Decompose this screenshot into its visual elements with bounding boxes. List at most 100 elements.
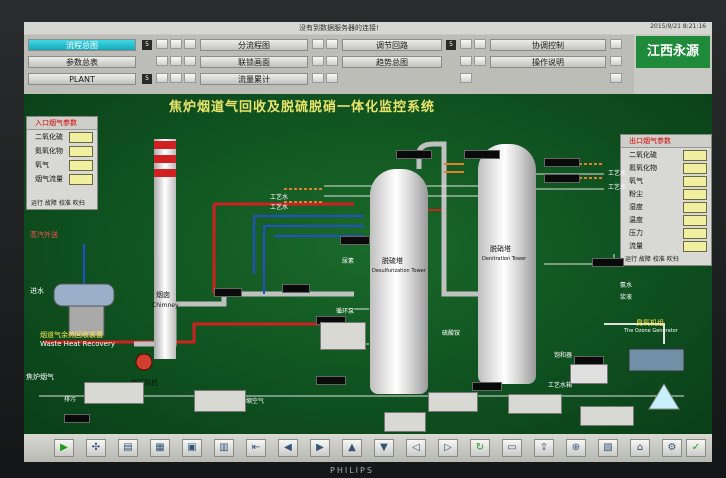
zoom-icon[interactable]: ⊕ [566,439,586,457]
ctrl-3a[interactable] [156,73,168,83]
urea-label: 尿素 [342,258,355,265]
menu-interlock[interactable]: 联锁画面 [200,56,308,68]
stepper-3[interactable]: 5 [142,74,152,84]
ctrl-1g[interactable] [474,39,486,49]
ctrl-3c[interactable] [184,73,196,83]
water-in-label: 进水 [30,287,44,295]
readout [472,382,502,391]
menu-sub-flow[interactable]: 分流程图 [200,39,308,51]
saturator-tank[interactable] [570,364,608,384]
outlet-value [683,189,707,200]
stepper-2[interactable]: 5 [446,40,456,50]
menu-instructions[interactable]: 操作说明 [490,56,606,68]
outlet-row-label: 二氧化硫 [629,151,657,159]
whr-label-cn: 烟道气余热回收装置 [40,331,103,339]
inlet-value [69,132,93,143]
ctrl-3f[interactable] [460,73,472,83]
instrument-block[interactable] [428,392,478,412]
outlet-row-label: 湿度 [629,203,643,211]
down-icon[interactable]: ▼ [374,439,394,457]
outlet-value [683,176,707,187]
sulfate-label: 硫酸铵 [442,330,461,337]
menu-flow-overview[interactable]: 流程总图 [28,39,136,51]
inlet-row: 氧气 [27,158,97,172]
ctrl-2h[interactable] [610,56,622,66]
denit-label-en: Denitration Tower [482,256,527,262]
desulfurization-tower[interactable] [370,169,428,394]
settings-icon[interactable]: ⚙ [662,439,682,457]
refresh-icon[interactable]: ↻ [470,439,490,457]
back-icon[interactable]: ⇤ [246,439,266,457]
ctrl-1e[interactable] [326,39,338,49]
instrument-block[interactable] [508,394,562,414]
ctrl-1h[interactable] [610,39,622,49]
outlet-value [683,241,707,252]
ctrl-3g[interactable] [610,73,622,83]
denitration-tower[interactable] [478,144,536,384]
ctrl-2g[interactable] [474,56,486,66]
ammonia-label: 氨水 [620,282,633,289]
monitor-brand: PHILIPS [330,466,374,475]
up-icon[interactable]: ▲ [342,439,362,457]
coke-gas-label: 焦炉烟气 [26,373,54,381]
next-icon[interactable]: ▶ [310,439,330,457]
menu-coordinated-control[interactable]: 协调控制 [490,39,606,51]
ctrl-3e[interactable] [326,73,338,83]
stepper-1[interactable]: 5 [142,40,152,50]
print-icon[interactable]: ▧ [598,439,618,457]
outlet-panel-footer: 运行 故障 校准 吹扫 [625,256,679,263]
ctrl-1b[interactable] [170,39,182,49]
instrument-block[interactable] [194,390,246,412]
inlet-value [69,146,93,157]
ctrl-1f[interactable] [460,39,472,49]
play-icon[interactable]: ▶ [54,439,74,457]
ctrl-2e[interactable] [326,56,338,66]
instrument-block[interactable] [84,382,144,404]
right-icon[interactable]: ▷ [438,439,458,457]
desulf-label-cn: 脱硫塔 [382,257,403,265]
ctrl-2d[interactable] [312,56,324,66]
ctrl-3d[interactable] [312,73,324,83]
ctrl-2c[interactable] [184,56,196,66]
ctrl-1a[interactable] [156,39,168,49]
ctrl-2b[interactable] [170,56,182,66]
save-icon[interactable]: ▭ [502,439,522,457]
outlet-row: 流量 [621,239,711,252]
home-icon[interactable]: ⌂ [630,439,650,457]
menu-trend[interactable]: 趋势总图 [342,56,442,68]
menu-flow-total[interactable]: 流量累计 [200,73,308,85]
folder-icon[interactable]: ▤ [118,439,138,457]
chimney-label-cn: 烟囱 [156,291,170,299]
menu-control-loop[interactable]: 调节回路 [342,39,442,51]
instrument-block[interactable] [384,412,426,432]
ctrl-2a[interactable] [156,56,168,66]
ctrl-1d[interactable] [312,39,324,49]
chimney-band [154,141,176,149]
slurry-label: 浆液 [620,294,633,301]
instrument-block[interactable] [320,322,366,350]
chimney [154,139,176,359]
process-water-label: 工艺水 [608,184,627,191]
chimney-band [154,155,176,163]
instrument-block[interactable] [580,406,634,426]
fan-icon[interactable]: ✣ [86,439,106,457]
check-icon[interactable]: ✓ [686,439,706,457]
table-icon[interactable]: ▥ [214,439,234,457]
readout [592,258,624,267]
toolbar: ▶ ✣ ▤ ▦ ▣ ▥ ⇤ ◀ ▶ ▲ ▼ ◁ ▷ ↻ ▭ ⇪ ⊕ ▧ ⌂ ⚙ … [24,434,712,462]
outlet-row: 氧气 [621,174,711,187]
denit-label-cn: 脱硝塔 [490,245,511,253]
menu-param-table[interactable]: 参数总表 [28,56,136,68]
connection-message: 没有到数据服务器的连接! [299,24,379,32]
chart-icon[interactable]: ▦ [150,439,170,457]
menu-plant[interactable]: PLANT [28,73,136,85]
grid-icon[interactable]: ▣ [182,439,202,457]
export-icon[interactable]: ⇪ [534,439,554,457]
chimney-label-en: Chimney [152,302,179,309]
ctrl-3b[interactable] [170,73,182,83]
left-icon[interactable]: ◁ [406,439,426,457]
prev-icon[interactable]: ◀ [278,439,298,457]
ctrl-2f[interactable] [460,56,472,66]
process-water-label: 工艺水 [270,194,289,201]
ctrl-1c[interactable] [184,39,196,49]
